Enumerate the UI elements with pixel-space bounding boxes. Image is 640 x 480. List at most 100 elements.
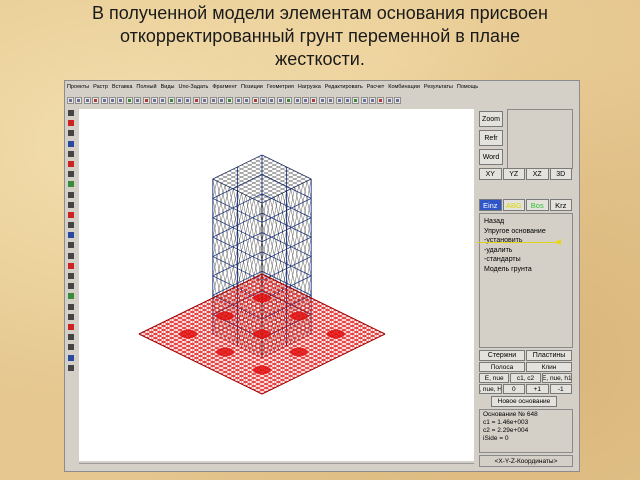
tool-redraw-icon[interactable]: [369, 96, 377, 104]
bar-icon[interactable]: [67, 140, 75, 148]
menu-back[interactable]: Назад: [484, 217, 572, 227]
word-button[interactable]: Word: [479, 149, 503, 165]
node-icon[interactable]: [67, 119, 75, 127]
tool-open-icon[interactable]: [75, 96, 83, 104]
menu-item-fragment[interactable]: Фрагмент: [210, 84, 239, 90]
view-xy-button[interactable]: XY: [479, 168, 502, 180]
number-icon[interactable]: [67, 313, 75, 321]
tool-node-icon[interactable]: [142, 96, 150, 104]
menu-item-loads[interactable]: Нагрузка: [296, 84, 323, 90]
tool-copy-icon[interactable]: [108, 96, 116, 104]
zoom-button[interactable]: Zoom: [479, 111, 503, 127]
tool-undo-icon[interactable]: [125, 96, 133, 104]
coordinates-button[interactable]: <X-Y-Z-Координаты>: [479, 455, 573, 467]
tool-load-icon[interactable]: [234, 96, 242, 104]
refresh-button[interactable]: Refr: [479, 130, 503, 146]
tool-select-icon[interactable]: [209, 96, 217, 104]
tool-bar-icon[interactable]: [150, 96, 158, 104]
delete-icon[interactable]: [67, 211, 75, 219]
model-canvas[interactable]: [79, 109, 474, 461]
plus-one-button[interactable]: +1: [526, 384, 549, 394]
view-3d-button[interactable]: 3D: [549, 168, 572, 180]
menu-item-help[interactable]: Помощь: [455, 84, 480, 90]
filter-icon[interactable]: [67, 303, 75, 311]
e-nue-h2-button[interactable]: E, nue, H2: [479, 384, 502, 394]
new-base-button[interactable]: Новое основание: [491, 396, 557, 407]
tool-redo-icon[interactable]: [134, 96, 142, 104]
view-yz-button[interactable]: YZ: [502, 168, 525, 180]
copy-icon[interactable]: [67, 191, 75, 199]
load-icon[interactable]: [67, 262, 75, 270]
tool-print-icon[interactable]: [92, 96, 100, 104]
divide-icon[interactable]: [67, 252, 75, 260]
pointer-icon[interactable]: [67, 109, 75, 117]
tool-result-icon[interactable]: [293, 96, 301, 104]
tool-paste-icon[interactable]: [117, 96, 125, 104]
wedge-button[interactable]: Клин: [526, 362, 572, 372]
tool-hinge-icon[interactable]: [259, 96, 267, 104]
tool-stress-icon[interactable]: [310, 96, 318, 104]
tool-number-icon[interactable]: [268, 96, 276, 104]
mode-bos-button[interactable]: Bos: [526, 199, 549, 211]
zero-button[interactable]: 0: [502, 384, 525, 394]
tool-color-icon[interactable]: [377, 96, 385, 104]
tool-save-icon[interactable]: [83, 96, 91, 104]
array-icon[interactable]: [67, 241, 75, 249]
strip-button[interactable]: Полоса: [479, 362, 525, 372]
menu-item-raster[interactable]: Растр: [91, 84, 110, 90]
tool-plate-icon[interactable]: [159, 96, 167, 104]
menu-elastic-base[interactable]: Упругое основание: [484, 227, 572, 237]
tool-fit-icon[interactable]: [360, 96, 368, 104]
support-icon[interactable]: [67, 160, 75, 168]
tool-section-icon[interactable]: [243, 96, 251, 104]
mode-krz-button[interactable]: Krz: [549, 199, 572, 211]
menu-standard[interactable]: -стандарты: [484, 255, 572, 265]
menu-item-uno[interactable]: Uno-Задать: [176, 84, 210, 90]
tool-table-icon[interactable]: [327, 96, 335, 104]
tool-mirror-icon[interactable]: [192, 96, 200, 104]
menu-item-positions[interactable]: Позиции: [239, 84, 265, 90]
view-xz-button[interactable]: XZ: [526, 168, 549, 180]
menu-item-calc[interactable]: Расчет: [365, 84, 387, 90]
mesh-icon[interactable]: [67, 180, 75, 188]
info-icon[interactable]: [67, 364, 75, 372]
text-icon[interactable]: [67, 343, 75, 351]
menu-item-views[interactable]: Виды: [159, 84, 177, 90]
tool-deform-icon[interactable]: [301, 96, 309, 104]
menu-item-combinations[interactable]: Комбинации: [386, 84, 422, 90]
tool-layer-icon[interactable]: [385, 96, 393, 104]
tool-zoom-out-icon[interactable]: [343, 96, 351, 104]
menu-item-edit[interactable]: Редактировать: [323, 84, 365, 90]
plate-icon[interactable]: [67, 150, 75, 158]
tab-bars[interactable]: Стержни: [479, 350, 525, 361]
tool-move-icon[interactable]: [176, 96, 184, 104]
measure-icon[interactable]: [67, 333, 75, 341]
tool-calc-icon[interactable]: [285, 96, 293, 104]
menu-item-projects[interactable]: Проекты: [65, 84, 91, 90]
tool-scale-icon[interactable]: [201, 96, 209, 104]
section-icon[interactable]: [67, 272, 75, 280]
mirror-icon[interactable]: [67, 231, 75, 239]
menu-item-full[interactable]: Полный: [134, 84, 158, 90]
rotate-icon[interactable]: [67, 221, 75, 229]
mode-einz-button[interactable]: Einz: [479, 199, 502, 211]
hinge-icon[interactable]: [67, 170, 75, 178]
mode-abg-button[interactable]: ABG: [502, 199, 525, 211]
tool-grid-icon[interactable]: [394, 96, 402, 104]
c1-c2-button[interactable]: c1, c2: [510, 373, 541, 383]
tool-cut-icon[interactable]: [100, 96, 108, 104]
menu-item-insert[interactable]: Вставка: [110, 84, 134, 90]
tool-pan-icon[interactable]: [352, 96, 360, 104]
soil-icon[interactable]: [67, 292, 75, 300]
menu-item-results[interactable]: Результаты: [422, 84, 455, 90]
e-nue-button[interactable]: E, nue: [479, 373, 510, 383]
menu-soil-model[interactable]: Модель грунта: [484, 265, 572, 275]
material-icon[interactable]: [67, 282, 75, 290]
tool-rotate-icon[interactable]: [184, 96, 192, 104]
tool-report-icon[interactable]: [318, 96, 326, 104]
tool-material-icon[interactable]: [251, 96, 259, 104]
tool-deselect-icon[interactable]: [218, 96, 226, 104]
e-nue-h1-button[interactable]: E, nue, h1: [541, 373, 572, 383]
check-icon[interactable]: [67, 323, 75, 331]
minus-one-button[interactable]: -1: [549, 384, 572, 394]
